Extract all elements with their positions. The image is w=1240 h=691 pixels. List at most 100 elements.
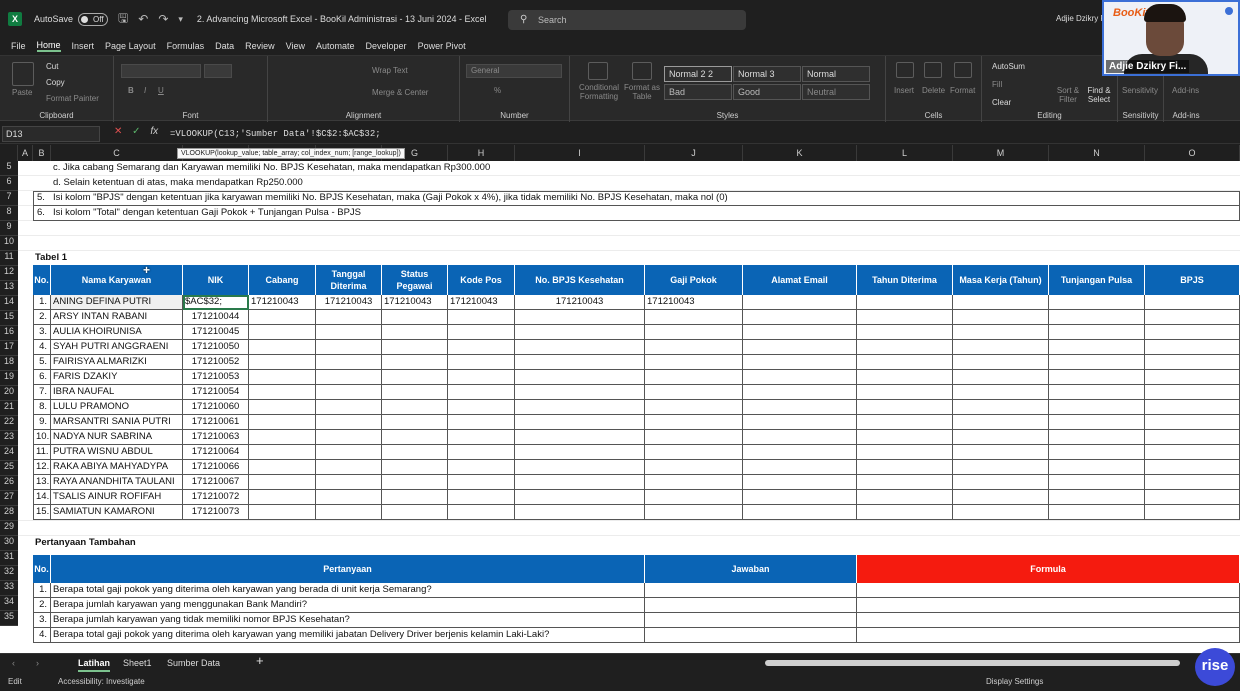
question-text[interactable]: Berapa total gaji pokok yang diterima ol… — [51, 583, 645, 598]
row-header[interactable]: 32 — [0, 566, 18, 581]
undo-icon[interactable]: ↶ — [138, 12, 148, 26]
style-normal-3[interactable]: Normal 3 — [733, 66, 801, 82]
row-number[interactable]: 8. — [33, 400, 51, 415]
table1-cell[interactable]: 171210043 — [249, 295, 316, 310]
table1-cell[interactable] — [249, 460, 316, 475]
table1-cell[interactable] — [316, 475, 382, 490]
table1-cell[interactable] — [1145, 310, 1240, 325]
row-header[interactable]: 10 — [0, 236, 18, 251]
table1-cell[interactable] — [515, 415, 645, 430]
table1-cell[interactable]: 171210043 — [316, 295, 382, 310]
row-number[interactable]: 1. — [33, 295, 51, 310]
table1-cell[interactable] — [249, 445, 316, 460]
table1-cell[interactable] — [953, 325, 1049, 340]
table1-cell[interactable] — [515, 310, 645, 325]
tab-file[interactable]: File — [11, 41, 26, 51]
employee-name[interactable]: FAIRISYA ALMARIZKI — [51, 355, 183, 370]
table1-cell[interactable] — [1145, 475, 1240, 490]
table1-header-cell[interactable]: Alamat Email — [743, 265, 857, 295]
employee-name[interactable]: RAKA ABIYA MAHYADYPA — [51, 460, 183, 475]
table1-cell[interactable] — [1145, 325, 1240, 340]
row-header[interactable]: 29 — [0, 521, 18, 536]
table1-cell[interactable] — [953, 340, 1049, 355]
row-header[interactable]: 11 — [0, 251, 18, 266]
table1-cell[interactable] — [1049, 505, 1145, 520]
autosave-toggle[interactable]: Off — [78, 12, 109, 26]
table1-header-cell[interactable]: Masa Kerja (Tahun) — [953, 265, 1049, 295]
employee-nik[interactable]: 171210063 — [183, 430, 249, 445]
table1-cell[interactable]: 171210043 — [448, 295, 515, 310]
employee-nik[interactable]: 171210045 — [183, 325, 249, 340]
table2-cell[interactable] — [645, 598, 857, 613]
table1-cell[interactable] — [382, 415, 448, 430]
table1-cell[interactable] — [382, 310, 448, 325]
table1-cell[interactable] — [1049, 370, 1145, 385]
table1-cell[interactable] — [953, 385, 1049, 400]
table1-cell[interactable] — [448, 340, 515, 355]
row-header[interactable]: 30 — [0, 536, 18, 551]
table1-cell[interactable] — [1145, 370, 1240, 385]
tab-data[interactable]: Data — [215, 41, 234, 51]
sensitivity-button[interactable]: Sensitivity — [1122, 86, 1158, 95]
table1-cell[interactable] — [743, 475, 857, 490]
table2-cell[interactable] — [645, 628, 857, 643]
table1-header-cell[interactable]: Kode Pos — [448, 265, 515, 295]
col-header-a[interactable]: A — [18, 145, 33, 161]
table1-cell[interactable] — [953, 400, 1049, 415]
col-header-m[interactable]: M — [953, 145, 1049, 161]
table1-cell[interactable] — [1049, 460, 1145, 475]
table1-cell[interactable] — [448, 415, 515, 430]
conditional-formatting-button[interactable]: Conditional Formatting — [574, 83, 624, 101]
row-header[interactable]: 9 — [0, 221, 18, 236]
table1-cell[interactable] — [515, 490, 645, 505]
table1-header-cell[interactable]: Tanggal Diterima — [316, 265, 382, 295]
table1-cell[interactable] — [645, 445, 743, 460]
table1-cell[interactable] — [645, 325, 743, 340]
table1-cell[interactable] — [953, 430, 1049, 445]
style-normal-2-2[interactable]: Normal 2 2 — [664, 66, 732, 82]
table1-cell[interactable] — [382, 400, 448, 415]
percent-button[interactable]: % — [494, 86, 501, 95]
col-header-k[interactable]: K — [743, 145, 857, 161]
table1-cell[interactable] — [1049, 310, 1145, 325]
row-number[interactable]: 14. — [33, 490, 51, 505]
row-header[interactable]: 13 — [0, 281, 18, 296]
table2-cell[interactable] — [857, 628, 1240, 643]
next-sheet-icon[interactable]: › — [36, 656, 39, 670]
employee-name[interactable]: FARIS DZAKIY — [51, 370, 183, 385]
row-header[interactable]: 35 — [0, 611, 18, 626]
formula-input[interactable]: =VLOOKUP(C13;'Sumber Data'!$C$2:$AC$32; — [170, 126, 381, 142]
row-number[interactable]: 5. — [33, 355, 51, 370]
table1-cell[interactable] — [316, 385, 382, 400]
employee-nik[interactable]: 171210073 — [183, 505, 249, 520]
row-header[interactable]: 18 — [0, 356, 18, 371]
table1-cell[interactable] — [1145, 445, 1240, 460]
table1-cell[interactable] — [316, 490, 382, 505]
table1-cell[interactable] — [316, 325, 382, 340]
tab-page-layout[interactable]: Page Layout — [105, 41, 156, 51]
table1-header-cell[interactable]: NIK — [183, 265, 249, 295]
table1-cell[interactable] — [743, 340, 857, 355]
table1-cell[interactable] — [382, 325, 448, 340]
table1-cell[interactable] — [382, 505, 448, 520]
autosum-button[interactable]: AutoSum — [992, 62, 1025, 71]
redo-icon[interactable]: ↷ — [158, 12, 168, 26]
table1-cell[interactable] — [1049, 355, 1145, 370]
table1-header-cell[interactable]: No. — [33, 265, 51, 295]
insert-cells-icon[interactable] — [896, 62, 914, 78]
table2-header-cell[interactable]: Formula — [857, 555, 1240, 583]
table1-cell[interactable] — [953, 460, 1049, 475]
sheet-tab-sheet1[interactable]: Sheet1 — [123, 656, 152, 670]
employee-nik[interactable]: 171210067 — [183, 475, 249, 490]
employee-nik[interactable]: 171210054 — [183, 385, 249, 400]
table1-cell[interactable] — [743, 385, 857, 400]
table1-cell[interactable] — [448, 370, 515, 385]
name-box[interactable]: D13 — [2, 126, 100, 142]
table1-cell[interactable] — [645, 460, 743, 475]
employee-nik[interactable]: 171210050 — [183, 340, 249, 355]
table1-cell[interactable] — [857, 295, 953, 310]
employee-nik[interactable]: 171210044 — [183, 310, 249, 325]
table1-cell[interactable] — [743, 460, 857, 475]
table1-cell[interactable] — [953, 505, 1049, 520]
table1-cell[interactable] — [857, 325, 953, 340]
